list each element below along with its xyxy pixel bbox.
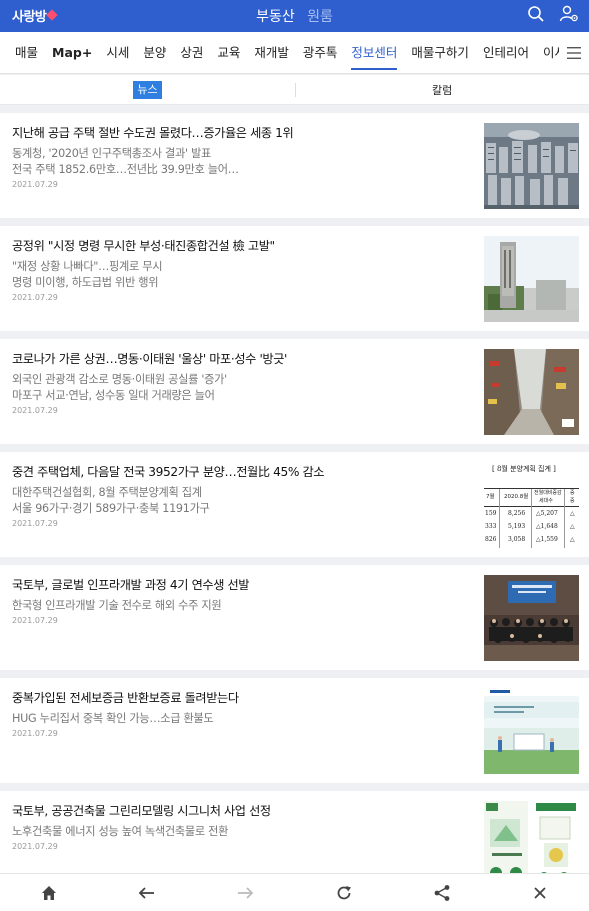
article-thumbnail[interactable]	[484, 688, 579, 774]
nav-item-interior[interactable]: 인테리어	[483, 32, 529, 73]
nav-item-info-center[interactable]: 정보센터	[351, 32, 398, 73]
back-arrow-icon[interactable]	[137, 883, 157, 903]
article-item[interactable]: 중복가입된 전세보증금 반환보증료 돌려받는다 HUG 누리집서 중복 확인 가…	[0, 678, 589, 783]
nav-item-presale[interactable]: 분양	[143, 32, 166, 73]
article-subtitle: 노후건축물 에너지 성능 높여 녹색건축물로 전환	[12, 825, 229, 838]
article-thumbnail[interactable]	[484, 123, 579, 209]
table-row: 826 3,058 △1,559 △	[485, 536, 575, 543]
tab-news[interactable]: 뉴스	[133, 81, 162, 99]
article-date: 2021.07.29	[12, 293, 58, 302]
article-subtitle: 서울 96가구·경기 589가구·충북 1191가구	[12, 502, 210, 515]
article-date: 2021.07.29	[12, 519, 58, 528]
nav-item-prices[interactable]: 시세	[106, 32, 129, 73]
close-icon[interactable]	[530, 883, 550, 903]
article-subtitle: 전국 주택 1852.6만호…전년比 39.9만호 늘어…	[12, 163, 239, 176]
top-header: 사랑방 부동산 원룸	[0, 0, 589, 32]
article-item[interactable]: 국토부, 글로벌 인프라개발 과정 4기 연수생 선발 한국형 인프라개발 기술…	[0, 565, 589, 670]
nav-item-commercial[interactable]: 상권	[180, 32, 203, 73]
forward-arrow-icon[interactable]	[235, 883, 255, 903]
user-settings-icon[interactable]	[559, 5, 579, 23]
article-subtitle: 외국인 관광객 감소로 명동·이태원 공실률 '증가'	[12, 373, 227, 386]
tab-divider	[295, 83, 296, 97]
table-header: 전월대비증감	[534, 490, 562, 496]
article-title[interactable]: 중복가입된 전세보증금 반환보증료 돌려받는다	[12, 688, 239, 706]
tab-realestate[interactable]: 부동산	[256, 9, 295, 25]
nav-item-education[interactable]: 교육	[217, 32, 240, 73]
tab-oneroom[interactable]: 원룸	[307, 9, 333, 25]
article-date: 2021.07.29	[12, 842, 58, 851]
article-thumbnail[interactable]	[484, 575, 579, 661]
article-subtitle: 한국형 인프라개발 기술 전수로 해외 수주 지원	[12, 599, 222, 612]
table-header: 증	[570, 490, 575, 496]
nav-item-listings[interactable]: 매물	[15, 32, 38, 73]
article-item[interactable]: 중견 주택업체, 다음달 전국 3952가구 분양…전월比 45% 감소 대한주…	[0, 452, 589, 557]
article-item[interactable]: 지난해 공급 주택 절반 수도권 몰렸다…증가율은 세종 1위 동계청, '20…	[0, 113, 589, 218]
search-icon[interactable]	[527, 5, 545, 23]
article-subtitle: HUG 누리집서 중복 확인 가능…소급 환불도	[12, 712, 214, 725]
nav-item-gwangju-talk[interactable]: 광주톡	[303, 32, 338, 73]
table-subheader: 세대수	[539, 498, 553, 504]
article-item[interactable]: 공정위 "시정 명령 무시한 부성·태진종합건설 檢 고발" "재정 상황 나빠…	[0, 226, 589, 331]
sub-tabs: 뉴스 칼럼	[0, 75, 589, 105]
bottom-toolbar	[0, 873, 589, 911]
table-row: 333 5,193 △1,648 △	[485, 523, 575, 530]
article-subtitle: 동계청, '2020년 인구주택총조사 결과' 발표	[12, 147, 211, 160]
category-nav: 매물 Map+ 시세 분양 상권 교육 재개발 광주톡 정보센터 매물구하기 인…	[0, 32, 589, 74]
article-subtitle: 대한주택건설협회, 8월 주택분양계획 집계	[12, 486, 202, 499]
article-title[interactable]: 국토부, 글로벌 인프라개발 과정 4기 연수생 선발	[12, 575, 250, 593]
nav-item-mapplus[interactable]: Map+	[52, 32, 92, 73]
article-subtitle: 마포구 서교·연남, 성수동 일대 거래량은 늘어	[12, 389, 215, 402]
article-subtitle: "재정 상황 나빠다"…핑계로 무시	[12, 260, 163, 273]
article-date: 2021.07.29	[12, 616, 58, 625]
table-row: 159 8,256 △5,207 △	[485, 510, 575, 517]
table-title: [ 8월 분양계획 집계 ]	[492, 465, 556, 473]
nav-item-redevelopment[interactable]: 재개발	[254, 32, 289, 73]
menu-icon[interactable]	[559, 32, 589, 73]
tab-column[interactable]: 칼럼	[432, 82, 452, 98]
article-date: 2021.07.29	[12, 406, 58, 415]
article-title[interactable]: 공정위 "시정 명령 무시한 부성·태진종합건설 檢 고발"	[12, 236, 275, 254]
article-item[interactable]: 코로나가 가른 상권…명동·이태원 '울상' 마포·성수 '방긋' 외국인 관광…	[0, 339, 589, 444]
article-subtitle: 명령 미이행, 하도급법 위반 행위	[12, 276, 159, 289]
table-header: 2020.8월	[504, 494, 529, 500]
refresh-icon[interactable]	[334, 883, 354, 903]
top-tabs: 부동산 원룸	[0, 6, 589, 26]
article-title[interactable]: 지난해 공급 주택 절반 수도권 몰렸다…증가율은 세종 1위	[12, 123, 294, 141]
nav-item-wanted[interactable]: 매물구하기	[411, 32, 469, 73]
table-subheader: 증	[570, 498, 575, 504]
article-thumbnail[interactable]: [ 8월 분양계획 집계 ] 7월 2020.8월 전월대비증감 증 세대수 증…	[484, 462, 579, 548]
article-title[interactable]: 국토부, 공공건축물 그린리모델링 시그니처 사업 선정	[12, 801, 271, 819]
article-title[interactable]: 중견 주택업체, 다음달 전국 3952가구 분양…전월比 45% 감소	[12, 462, 325, 480]
article-date: 2021.07.29	[12, 180, 58, 189]
home-icon[interactable]	[39, 883, 59, 903]
article-date: 2021.07.29	[12, 729, 58, 738]
article-thumbnail[interactable]	[484, 236, 579, 322]
article-title[interactable]: 코로나가 가른 상권…명동·이태원 '울상' 마포·성수 '방긋'	[12, 349, 287, 367]
share-icon[interactable]	[432, 883, 452, 903]
article-thumbnail[interactable]	[484, 349, 579, 435]
table-header: 7월	[486, 494, 495, 500]
